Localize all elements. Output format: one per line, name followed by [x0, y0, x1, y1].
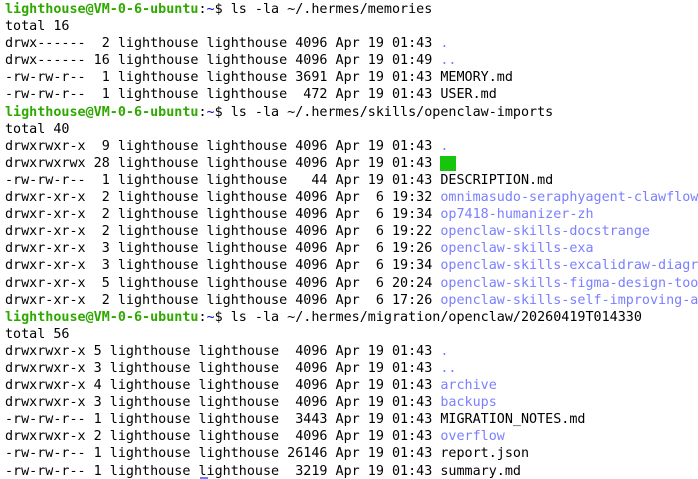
entry-metadata: -rw-rw-r-- 1 lighthouse lighthouse 44 Ap…	[5, 172, 441, 188]
entry-metadata: drwxrwxr-x 2 lighthouse lighthouse 4096 …	[5, 429, 441, 445]
command-text: ls -la ~/.hermes/skills/openclaw-imports	[230, 104, 554, 120]
prompt-line: lighthouse@VM-0-6-ubuntu:~$ ls -la ~/.he…	[5, 309, 698, 326]
directory-name: overflow	[440, 429, 505, 445]
prompt-symbol: $	[214, 104, 223, 120]
directory-name: openclaw-skills-excalidraw-diagram-gener…	[440, 258, 698, 274]
prompt-user-host: lighthouse@VM-0-6-ubuntu	[5, 2, 199, 17]
total-line: total 16	[5, 19, 70, 35]
file-name: USER.md	[440, 87, 497, 103]
listing-row: drwx------ 16 lighthouse lighthouse 4096…	[5, 52, 698, 69]
entry-metadata: drwxr-xr-x 2 lighthouse lighthouse 4096 …	[5, 190, 441, 206]
entry-metadata: -rw-rw-r-- 1 lighthouse lighthouse 3219 …	[5, 463, 441, 479]
listing-row: drwxr-xr-x 2 lighthouse lighthouse 4096 …	[5, 223, 698, 240]
prompt-symbol: $	[214, 309, 223, 325]
directory-name: omnimasudo-seraphyagent-clawflows	[440, 190, 698, 206]
directory-name: openclaw-skills-exa	[440, 241, 594, 257]
prompt-user-host: lighthouse@VM-0-6-ubuntu	[5, 309, 199, 325]
listing-row: -rw-rw-r-- 1 lighthouse lighthouse 3443 …	[5, 411, 698, 428]
directory-name: ..	[440, 155, 457, 171]
file-name: MIGRATION_NOTES.md	[440, 412, 586, 428]
prompt-separator: :	[198, 309, 207, 325]
entry-metadata: drwxr-xr-x 3 lighthouse lighthouse 4096 …	[5, 241, 441, 257]
file-name: MEMORY.md	[440, 70, 513, 86]
terminal-window[interactable]: lighthouse@VM-0-6-ubuntu:~$ ls -la ~/.he…	[0, 0, 698, 479]
entry-metadata: drwxrwxr-x 9 lighthouse lighthouse 4096 …	[5, 138, 441, 154]
prompt-path: ~	[206, 104, 215, 120]
directory-name: backups	[440, 395, 497, 411]
entry-metadata: drwxrwxrwx 28 lighthouse lighthouse 4096…	[5, 155, 441, 171]
file-name: report.json	[440, 446, 530, 462]
file-name: summary.md	[440, 463, 521, 479]
file-name: DESCRIPTION.md	[440, 172, 554, 188]
entry-metadata: -rw-rw-r-- 1 lighthouse lighthouse 472 A…	[5, 87, 441, 103]
entry-metadata: drwxrwxr-x 3 lighthouse lighthouse 4096 …	[5, 360, 441, 376]
entry-metadata: -rw-rw-r-- 1 lighthouse lighthouse 3691 …	[5, 70, 441, 86]
prompt-path: ~	[206, 309, 215, 325]
directory-name: openclaw-skills-figma-design-toolkit	[440, 275, 698, 291]
listing-row: drwxr-xr-x 3 lighthouse lighthouse 4096 …	[5, 240, 698, 257]
directory-name: openclaw-skills-self-improving-agent-1-0…	[440, 292, 698, 308]
entry-metadata: -rw-rw-r-- 1 lighthouse lighthouse 26146…	[5, 446, 441, 462]
command-text: ls -la ~/.hermes/migration/openclaw/2026…	[230, 309, 642, 325]
listing-row: -rw-rw-r-- 1 lighthouse lighthouse 3219 …	[5, 463, 698, 479]
entry-metadata: drwx------ 16 lighthouse lighthouse 4096…	[5, 53, 441, 69]
entry-metadata: -rw-rw-r-- 1 lighthouse lighthouse 3443 …	[5, 412, 441, 428]
listing-row: drwxrwxr-x 4 lighthouse lighthouse 4096 …	[5, 377, 698, 394]
entry-metadata: drwxr-xr-x 2 lighthouse lighthouse 4096 …	[5, 224, 441, 240]
entry-metadata: drwxrwxr-x 3 lighthouse lighthouse 4096 …	[5, 395, 441, 411]
entry-metadata: drwxr-xr-x 3 lighthouse lighthouse 4096 …	[5, 258, 441, 274]
listing-row: drwxrwxr-x 3 lighthouse lighthouse 4096 …	[5, 394, 698, 411]
entry-metadata: drwxrwxr-x 5 lighthouse lighthouse 4096 …	[5, 343, 441, 359]
directory-name: openclaw-skills-docstrange	[440, 224, 650, 240]
listing-row: drwxr-xr-x 3 lighthouse lighthouse 4096 …	[5, 257, 698, 274]
prompt-separator: :	[198, 104, 207, 120]
prompt-separator: :	[198, 2, 207, 17]
listing-row: drwxr-xr-x 5 lighthouse lighthouse 4096 …	[5, 275, 698, 292]
listing-row: -rw-rw-r-- 1 lighthouse lighthouse 26146…	[5, 445, 698, 462]
entry-metadata: drwxr-xr-x 2 lighthouse lighthouse 4096 …	[5, 292, 441, 308]
listing-row: drwxrwxr-x 2 lighthouse lighthouse 4096 …	[5, 428, 698, 445]
listing-row: drwxr-xr-x 2 lighthouse lighthouse 4096 …	[5, 189, 698, 206]
prompt-path: ~	[206, 2, 215, 17]
directory-name: .	[440, 36, 449, 52]
directory-name: .	[440, 343, 449, 359]
directory-name: op7418-humanizer-zh	[440, 207, 594, 223]
listing-row: drwxrwxr-x 9 lighthouse lighthouse 4096 …	[5, 138, 698, 155]
prompt-user-host: lighthouse@VM-0-6-ubuntu	[5, 104, 199, 120]
listing-row: -rw-rw-r-- 1 lighthouse lighthouse 44 Ap…	[5, 172, 698, 189]
prompt-line: lighthouse@VM-0-6-ubuntu:~$ ls -la ~/.he…	[5, 1, 698, 18]
entry-metadata: drwxrwxr-x 4 lighthouse lighthouse 4096 …	[5, 378, 441, 394]
directory-name: .	[440, 138, 449, 154]
entry-metadata: drwx------ 2 lighthouse lighthouse 4096 …	[5, 36, 441, 52]
listing-row: -rw-rw-r-- 1 lighthouse lighthouse 472 A…	[5, 86, 698, 103]
total-line: total 40	[5, 121, 70, 137]
total-line: total 56	[5, 326, 70, 342]
directory-name: archive	[440, 378, 497, 394]
command-text: ls -la ~/.hermes/memories	[230, 2, 433, 17]
directory-name: ..	[440, 360, 457, 376]
entry-metadata: drwxr-xr-x 2 lighthouse lighthouse 4096 …	[5, 207, 441, 223]
listing-row: drwxrwxr-x 5 lighthouse lighthouse 4096 …	[5, 343, 698, 360]
listing-row: drwxrwxrwx 28 lighthouse lighthouse 4096…	[5, 155, 698, 172]
listing-row: drwxrwxr-x 3 lighthouse lighthouse 4096 …	[5, 360, 698, 377]
listing-row: -rw-rw-r-- 1 lighthouse lighthouse 3691 …	[5, 69, 698, 86]
listing-row: drwx------ 2 lighthouse lighthouse 4096 …	[5, 35, 698, 52]
entry-metadata: drwxr-xr-x 5 lighthouse lighthouse 4096 …	[5, 275, 441, 291]
prompt-line: lighthouse@VM-0-6-ubuntu:~$ ls -la ~/.he…	[5, 104, 698, 121]
listing-row: drwxr-xr-x 2 lighthouse lighthouse 4096 …	[5, 206, 698, 223]
prompt-symbol: $	[214, 2, 223, 17]
listing-row: drwxr-xr-x 2 lighthouse lighthouse 4096 …	[5, 292, 698, 309]
directory-name: ..	[440, 53, 457, 69]
